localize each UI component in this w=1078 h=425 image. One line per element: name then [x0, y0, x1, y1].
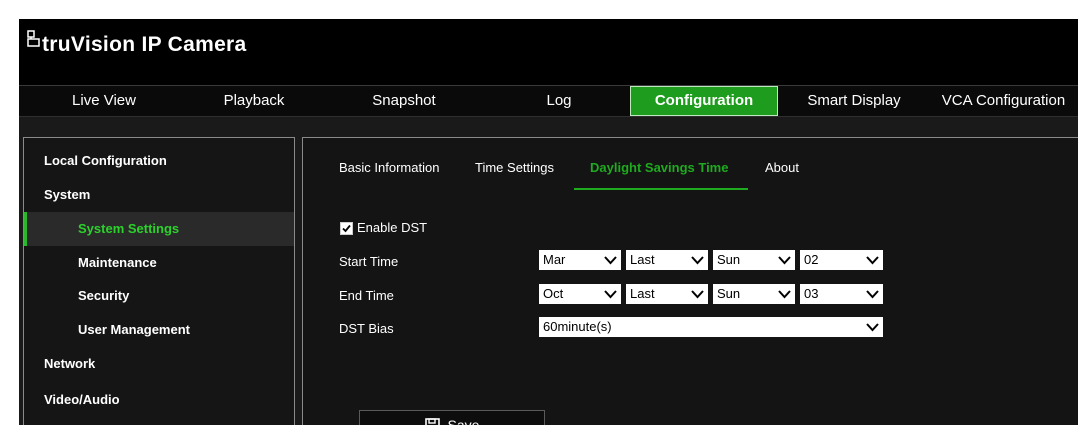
chevron-down-icon: [604, 290, 617, 299]
start-month-value: Mar: [543, 252, 566, 267]
chevron-down-icon: [866, 256, 879, 265]
end-month-select[interactable]: Oct: [539, 284, 621, 304]
active-subtab-indicator: [574, 188, 748, 190]
save-button[interactable]: Save: [359, 410, 545, 425]
tab-smart-display[interactable]: Smart Display: [779, 86, 929, 116]
chevron-down-icon: [866, 323, 879, 332]
end-day-select[interactable]: Sun: [713, 284, 795, 304]
sidebar-item-system[interactable]: System: [24, 178, 294, 212]
chevron-down-icon: [778, 290, 791, 299]
tab-log[interactable]: Log: [489, 86, 629, 116]
logo: truVision IP Camera: [27, 29, 247, 59]
logo-icon: [27, 30, 40, 47]
sidebar-item-maintenance[interactable]: Maintenance: [24, 246, 294, 280]
end-week-select[interactable]: Last: [626, 284, 708, 304]
chevron-down-icon: [691, 290, 704, 299]
end-time-label: End Time: [339, 288, 394, 303]
app-title: truVision IP Camera: [42, 33, 247, 56]
end-hour-select[interactable]: 03: [800, 284, 883, 304]
sidebar-item-user-management[interactable]: User Management: [24, 313, 294, 347]
end-month-value: Oct: [543, 286, 564, 301]
start-week-value: Last: [630, 252, 655, 267]
save-button-label: Save: [447, 417, 480, 425]
tab-vca-configuration[interactable]: VCA Configuration: [929, 86, 1078, 116]
subtab-daylight-savings-time[interactable]: Daylight Savings Time: [590, 160, 728, 175]
checkmark-icon: [342, 224, 351, 233]
tab-live-view[interactable]: Live View: [19, 86, 189, 116]
top-navigation: Live View Playback Snapshot Log Configur…: [19, 85, 1078, 117]
start-time-label: Start Time: [339, 254, 399, 269]
sidebar-item-security[interactable]: Security: [24, 279, 294, 313]
start-hour-value: 02: [804, 252, 819, 267]
tab-configuration[interactable]: Configuration: [630, 86, 778, 116]
enable-dst-checkbox[interactable]: [340, 222, 353, 235]
start-week-select[interactable]: Last: [626, 250, 708, 270]
sidebar: Local Configuration System System Settin…: [23, 137, 295, 425]
dst-bias-select[interactable]: 60minute(s): [539, 317, 883, 337]
subtab-about[interactable]: About: [765, 160, 799, 175]
header-bar: truVision IP Camera: [19, 19, 1078, 85]
dst-bias-label: DST Bias: [339, 321, 394, 336]
chevron-down-icon: [866, 290, 879, 299]
sidebar-item-network[interactable]: Network: [24, 347, 294, 381]
end-week-value: Last: [630, 286, 655, 301]
subtab-time-settings[interactable]: Time Settings: [475, 160, 554, 175]
end-hour-value: 03: [804, 286, 819, 301]
tab-playback[interactable]: Playback: [189, 86, 319, 116]
start-day-value: Sun: [717, 252, 741, 267]
start-month-select[interactable]: Mar: [539, 250, 621, 270]
sidebar-item-system-settings[interactable]: System Settings: [24, 212, 294, 246]
app-window: truVision IP Camera Live View Playback S…: [19, 19, 1078, 425]
subtab-basic-information[interactable]: Basic Information: [339, 160, 439, 175]
end-day-value: Sun: [717, 286, 741, 301]
tab-snapshot[interactable]: Snapshot: [319, 86, 489, 116]
chevron-down-icon: [691, 256, 704, 265]
dst-bias-value: 60minute(s): [543, 319, 612, 334]
sidebar-item-video-audio[interactable]: Video/Audio: [24, 383, 294, 417]
chevron-down-icon: [604, 256, 617, 265]
start-hour-select[interactable]: 02: [800, 250, 883, 270]
sidebar-item-local-configuration[interactable]: Local Configuration: [24, 144, 294, 178]
enable-dst-label: Enable DST: [357, 220, 428, 235]
start-day-select[interactable]: Sun: [713, 250, 795, 270]
content-panel: Basic Information Time Settings Daylight…: [302, 137, 1078, 425]
save-icon: [424, 417, 440, 425]
chevron-down-icon: [778, 256, 791, 265]
